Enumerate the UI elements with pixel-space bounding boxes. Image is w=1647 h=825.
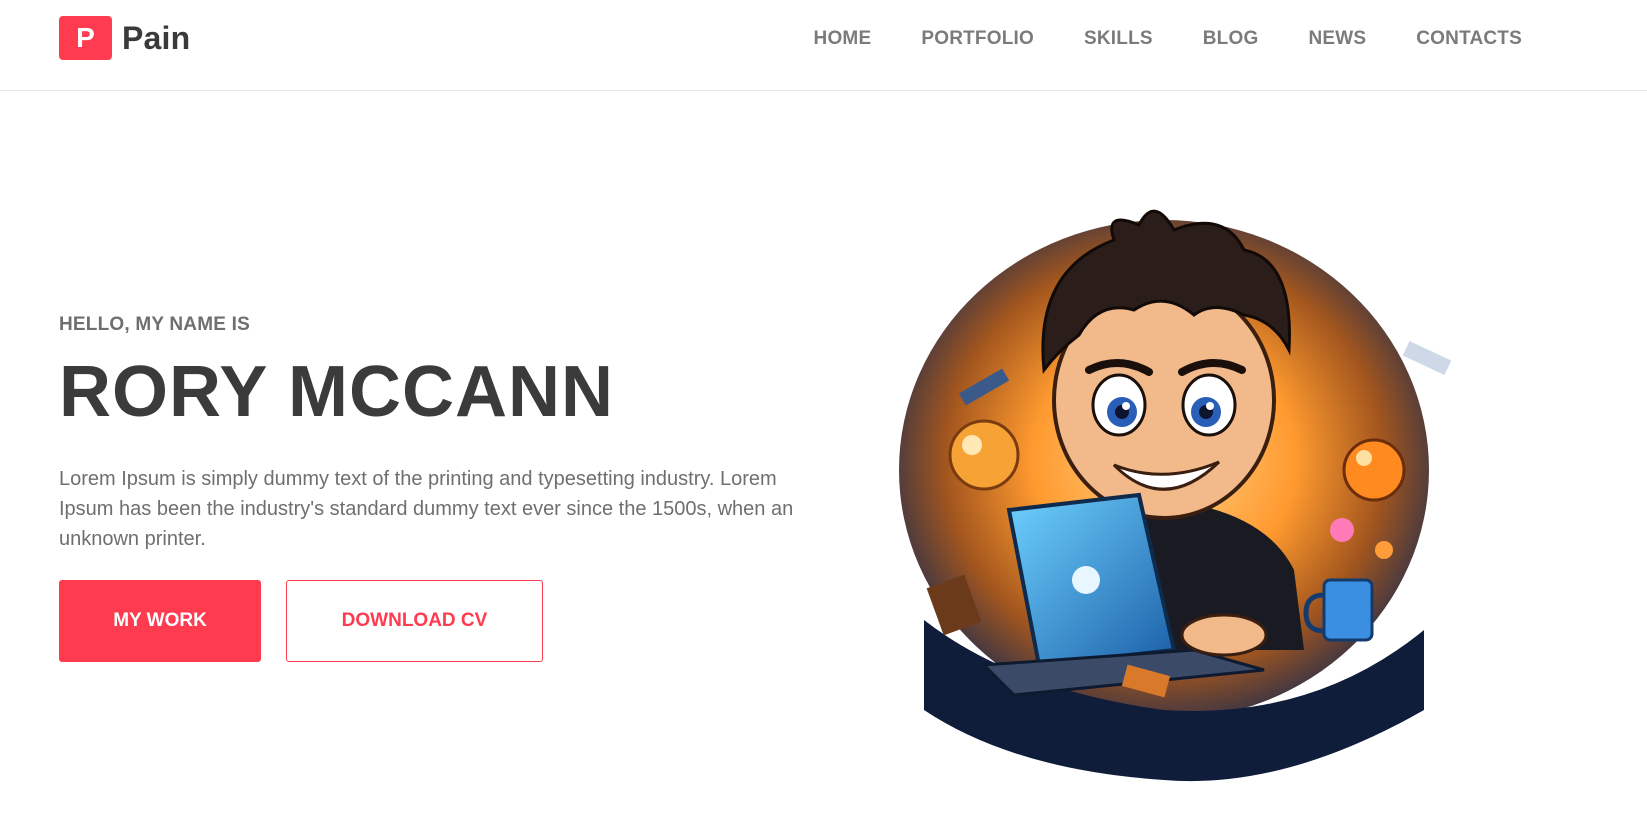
nav-portfolio[interactable]: PORTFOLIO [921, 28, 1034, 50]
nav-skills[interactable]: SKILLS [1084, 28, 1153, 50]
hero-buttons: MY WORK DOWNLOAD CV [59, 580, 819, 662]
nav-blog[interactable]: BLOG [1203, 28, 1259, 50]
nav-contacts[interactable]: CONTACTS [1416, 28, 1522, 50]
avatar-illustration [899, 209, 1452, 782]
nav-news[interactable]: NEWS [1308, 28, 1366, 50]
logo-text: Pain [122, 19, 191, 56]
download-cv-button[interactable]: DOWNLOAD CV [286, 580, 543, 662]
hero-name: RORY MCCANN [59, 352, 615, 432]
logo[interactable]: P Pain [59, 16, 190, 60]
hero-illustration [864, 150, 1520, 806]
site-header: P Pain HOME PORTFOLIO SKILLS BLOG NEWS C… [0, 0, 1647, 91]
main-nav: HOME PORTFOLIO SKILLS BLOG NEWS CONTACTS [814, 28, 1522, 50]
my-work-button[interactable]: MY WORK [59, 580, 261, 662]
hero-eyebrow: HELLO, MY NAME IS [59, 314, 250, 335]
nav-home[interactable]: HOME [814, 28, 872, 50]
hero-description: Lorem Ipsum is simply dummy text of the … [59, 468, 794, 550]
logo-mark: P [59, 16, 112, 60]
hero-intro: HELLO, MY NAME IS RORY MCCANN Lorem Ipsu… [59, 314, 819, 662]
